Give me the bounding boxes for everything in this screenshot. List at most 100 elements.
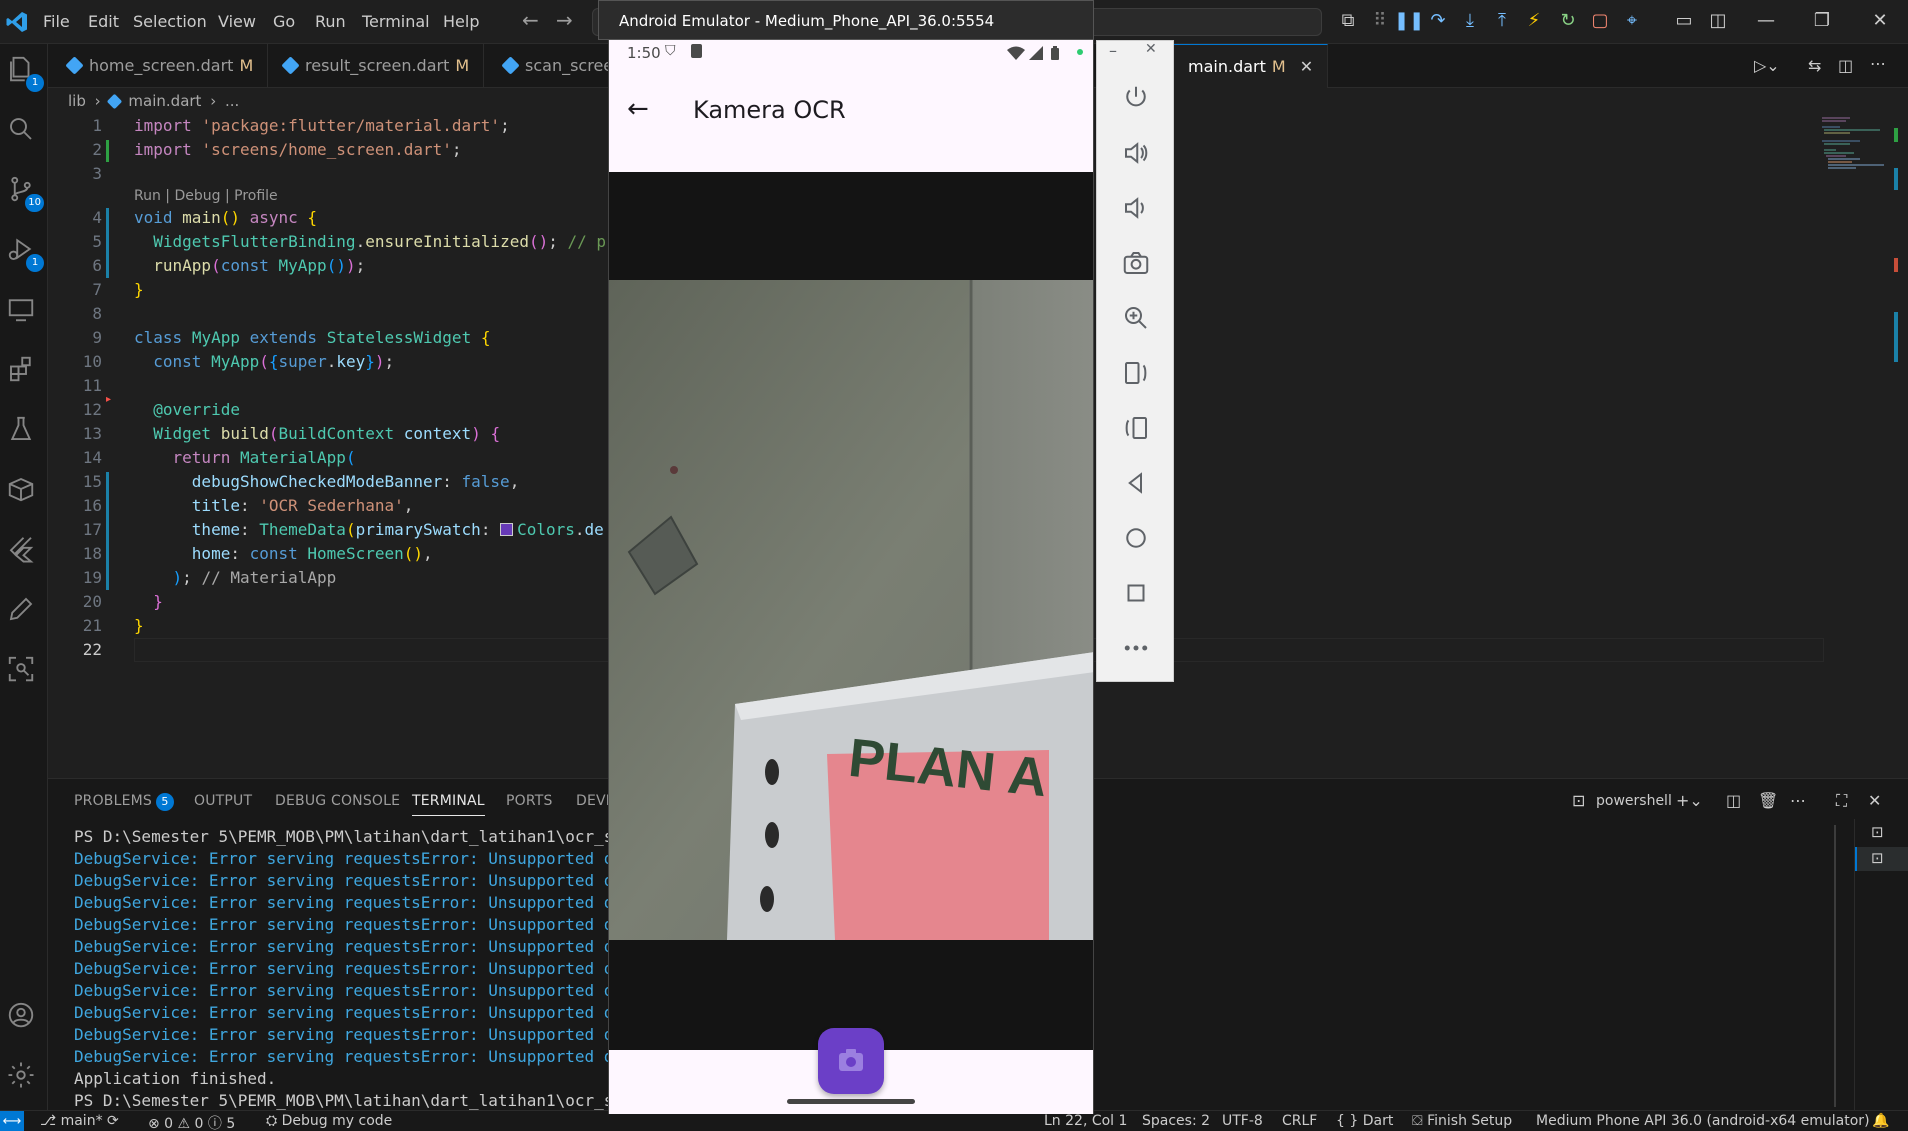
forward-arrow-icon[interactable]: → [556, 8, 573, 32]
more-options-icon[interactable] [1121, 633, 1151, 663]
close-tab-icon[interactable]: ✕ [1300, 57, 1313, 76]
terminal-scrollbar[interactable] [1834, 825, 1836, 1107]
rotate-right-icon[interactable] [1121, 413, 1151, 443]
finish-setup[interactable]: ⛋ Finish Setup [1412, 1113, 1512, 1129]
color-swatch[interactable] [500, 523, 514, 536]
compare-changes-icon[interactable]: ⇆ [1808, 56, 1821, 75]
tab-ports[interactable]: PORTS [506, 793, 553, 809]
menu-help[interactable]: Help [443, 12, 479, 31]
menu-go[interactable]: Go [273, 12, 295, 31]
containers-icon[interactable] [6, 474, 42, 510]
device-selector[interactable]: Medium Phone API 36.0 (android-x64 emula… [1536, 1113, 1870, 1129]
screenshot-camera-icon[interactable] [1121, 248, 1151, 278]
inspect-widget-icon[interactable]: ⌖ [1620, 9, 1644, 33]
tab-result-screen[interactable]: result_screen.dart M [270, 44, 485, 88]
notifications-bell-icon[interactable]: 🔔 [1872, 1113, 1889, 1129]
split-editor-icon[interactable]: ◫ [1838, 56, 1853, 75]
pause-icon[interactable]: ❚❚ [1394, 9, 1424, 33]
search-icon[interactable] [6, 114, 42, 150]
kill-terminal-icon[interactable]: 🗑 [1758, 791, 1778, 810]
minimap[interactable] [1820, 116, 1890, 176]
capture-button[interactable] [818, 1028, 884, 1094]
run-dropdown-icon[interactable]: ▷⌄ [1754, 56, 1780, 75]
encoding[interactable]: UTF-8 [1222, 1113, 1263, 1129]
terminal-prompt[interactable]: PS D:\Semester 5\PEMR_MOB\PM\latihan\dar… [74, 1091, 652, 1110]
terminal-instance-icon[interactable]: ⊡ [1871, 849, 1884, 867]
breadcrumb-symbol[interactable]: ... [225, 92, 239, 110]
breadcrumb-folder[interactable]: lib [68, 92, 86, 110]
shell-name[interactable]: powershell [1596, 793, 1672, 809]
indentation[interactable]: Spaces: 2 [1142, 1113, 1210, 1129]
menu-selection[interactable]: Selection [133, 12, 207, 31]
tab-debug-console[interactable]: DEBUG CONSOLE [275, 793, 400, 809]
testing-icon[interactable] [6, 414, 42, 450]
edit-pen-icon[interactable] [6, 594, 42, 630]
codelens-actions[interactable]: Run | Debug | Profile [134, 188, 278, 204]
gesture-nav-bar[interactable] [787, 1099, 915, 1104]
maximize-panel-icon[interactable]: ⛶ [1836, 791, 1847, 811]
emulator-title-bar[interactable]: Android Emulator - Medium_Phone_API_36.0… [598, 0, 1094, 40]
more-actions-icon[interactable]: ⋯ [1870, 54, 1886, 73]
cursor-position[interactable]: Ln 22, Col 1 [1044, 1113, 1127, 1129]
tab-output[interactable]: OUTPUT [194, 793, 252, 809]
tab-terminal[interactable]: TERMINAL [412, 793, 485, 816]
scan-face-icon[interactable] [6, 654, 42, 690]
extensions-icon[interactable] [6, 354, 42, 390]
menu-edit[interactable]: Edit [88, 12, 119, 31]
close-window-icon[interactable]: ✕ [1860, 8, 1900, 34]
more-actions-icon[interactable]: ⋯ [1790, 791, 1806, 810]
terminal-instance-icon[interactable]: ⊡ [1871, 823, 1884, 841]
step-into-icon[interactable]: ⤓ [1458, 9, 1482, 33]
flutter-icon[interactable] [6, 534, 42, 570]
remote-icon[interactable]: ⟷ [0, 1111, 24, 1131]
toggle-panel-icon[interactable]: ▭ [1672, 9, 1696, 33]
drag-handle-icon[interactable]: ⠿ [1368, 9, 1392, 33]
step-out-icon[interactable]: ⤒ [1490, 9, 1514, 33]
debug-indicator[interactable]: ⛭ Debug my code [266, 1113, 392, 1129]
menu-terminal[interactable]: Terminal [362, 12, 430, 31]
hot-reload-icon[interactable]: ⚡ [1522, 9, 1546, 33]
breadcrumb-file[interactable]: main.dart [128, 92, 201, 110]
debug-console-icon[interactable]: ⧉ [1336, 9, 1360, 33]
minimize-emulator-icon[interactable]: – [1109, 41, 1117, 60]
nav-overview-icon[interactable] [1121, 578, 1151, 608]
run-debug-icon[interactable]: 1 [6, 234, 44, 272]
zoom-icon[interactable] [1121, 303, 1151, 333]
restart-icon[interactable]: ↻ [1556, 9, 1580, 33]
back-arrow-icon[interactable]: ← [627, 94, 649, 124]
tab-problems[interactable]: PROBLEMS 5 [74, 793, 175, 811]
tab-home-screen[interactable]: home_screen.dart M [54, 44, 269, 88]
emulator-screen[interactable]: 1:50 ⛉ ← Kamera OCR PLAN A [608, 40, 1094, 1114]
back-arrow-icon[interactable]: ← [522, 8, 539, 32]
close-panel-icon[interactable]: ✕ [1868, 791, 1881, 810]
stop-icon[interactable]: ▢ [1588, 9, 1612, 33]
menu-run[interactable]: Run [315, 12, 346, 31]
line-endings[interactable]: CRLF [1282, 1113, 1317, 1129]
source-control-icon[interactable]: 10 [6, 174, 44, 212]
remote-explorer-icon[interactable] [6, 294, 42, 330]
split-terminal-icon[interactable]: ◫ [1726, 791, 1741, 810]
tab-main-dart[interactable]: main.dart M ✕ [1174, 44, 1329, 88]
toggle-secondary-sidebar-icon[interactable]: ◫ [1706, 9, 1730, 33]
menu-file[interactable]: File [43, 12, 70, 31]
setup-icon: ⛋ [1412, 1113, 1423, 1129]
branch-indicator[interactable]: ⎇ main* ⟳ [40, 1113, 119, 1129]
nav-home-icon[interactable] [1121, 523, 1151, 553]
step-over-icon[interactable]: ↷ [1426, 9, 1450, 33]
explorer-icon[interactable]: 1 [6, 54, 44, 92]
power-icon[interactable] [1121, 83, 1151, 113]
settings-gear-icon[interactable] [6, 1060, 42, 1096]
close-emulator-icon[interactable]: ✕ [1145, 41, 1157, 57]
volume-up-icon[interactable] [1121, 138, 1151, 168]
accounts-icon[interactable] [6, 1000, 42, 1036]
minimize-window-icon[interactable]: — [1746, 8, 1786, 34]
new-terminal-icon[interactable]: +⌄ [1676, 791, 1703, 810]
restore-window-icon[interactable]: ❐ [1802, 8, 1842, 34]
nav-back-icon[interactable] [1121, 468, 1151, 498]
language-mode[interactable]: { } Dart [1336, 1113, 1393, 1129]
menu-view[interactable]: View [218, 12, 256, 31]
problems-indicator[interactable]: ⊗ 0 ⚠ 0 ⓘ 5 [148, 1113, 235, 1131]
rotate-left-icon[interactable] [1121, 358, 1151, 388]
tab-label: main.dart [1188, 57, 1266, 76]
volume-down-icon[interactable] [1121, 193, 1151, 223]
